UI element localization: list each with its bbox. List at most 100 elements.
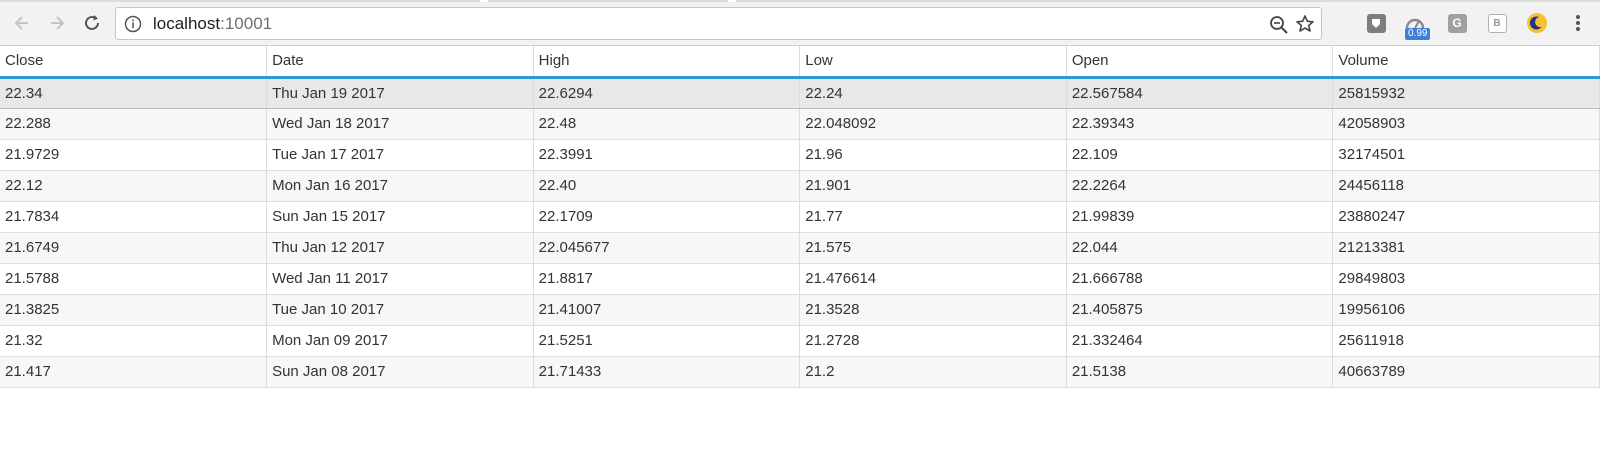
bi-extension-button[interactable]: B — [1486, 12, 1508, 34]
cell-low[interactable]: 22.24 — [799, 77, 1067, 109]
cell-high[interactable]: 22.40 — [533, 170, 801, 202]
table-row[interactable]: 21.7834 Sun Jan 15 2017 22.1709 21.77 21.998… — [0, 201, 1600, 233]
cell-volume[interactable]: 24456118 — [1332, 170, 1600, 202]
cell-open[interactable]: 22.109 — [1066, 139, 1334, 171]
cell-close[interactable]: 21.32 — [0, 325, 268, 357]
cell-date[interactable]: Sun Jan 08 2017 — [266, 356, 534, 388]
cell-volume[interactable]: 29849803 — [1332, 263, 1600, 295]
cell-open[interactable]: 22.567584 — [1066, 77, 1334, 109]
cell-open[interactable]: 21.5138 — [1066, 356, 1334, 388]
column-header-open[interactable]: Open — [1066, 46, 1334, 79]
vertical-dots-icon — [1576, 15, 1580, 31]
cell-date[interactable]: Thu Jan 19 2017 — [266, 77, 534, 109]
cell-high[interactable]: 21.5251 — [533, 325, 801, 357]
address-bar[interactable]: localhost:10001 — [115, 7, 1322, 40]
cell-open[interactable]: 21.666788 — [1066, 263, 1334, 295]
column-header-volume[interactable]: Volume — [1332, 46, 1600, 79]
cell-volume[interactable]: 19956106 — [1332, 294, 1600, 326]
cell-close[interactable]: 21.5788 — [0, 263, 268, 295]
cell-volume[interactable]: 40663789 — [1332, 356, 1600, 388]
table-row[interactable]: 21.417 Sun Jan 08 2017 21.71433 21.2 21.5138… — [0, 356, 1600, 388]
cell-high[interactable]: 21.41007 — [533, 294, 801, 326]
table-row[interactable]: 21.6749 Thu Jan 12 2017 22.045677 21.575 22.… — [0, 232, 1600, 264]
cell-open[interactable]: 21.405875 — [1066, 294, 1334, 326]
cell-date[interactable]: Wed Jan 11 2017 — [266, 263, 534, 295]
moon-extension-button[interactable] — [1526, 12, 1548, 34]
cell-close[interactable]: 21.9729 — [0, 139, 268, 171]
cell-close[interactable]: 21.417 — [0, 356, 268, 388]
cell-volume[interactable]: 25815932 — [1332, 77, 1600, 109]
cell-open[interactable]: 22.044 — [1066, 232, 1334, 264]
column-header-close[interactable]: Close — [0, 46, 268, 79]
info-icon[interactable] — [124, 15, 142, 33]
bookmark-star-icon[interactable] — [1295, 14, 1315, 34]
table-row[interactable]: 21.32 Mon Jan 09 2017 21.5251 21.2728 21.332… — [0, 325, 1600, 357]
cell-low[interactable]: 21.901 — [799, 170, 1067, 202]
cell-high[interactable]: 22.3991 — [533, 139, 801, 171]
cell-low[interactable]: 21.77 — [799, 201, 1067, 233]
cell-date[interactable]: Tue Jan 10 2017 — [266, 294, 534, 326]
url-text[interactable]: localhost:10001 — [153, 15, 272, 33]
table-body: 22.34 Thu Jan 19 2017 22.6294 22.24 22.56758… — [0, 77, 1600, 388]
column-header-date[interactable]: Date — [266, 46, 534, 79]
cell-open[interactable]: 22.39343 — [1066, 108, 1334, 140]
cell-volume[interactable]: 21213381 — [1332, 232, 1600, 264]
g-extension-button[interactable]: G — [1446, 12, 1468, 34]
cell-low[interactable]: 21.476614 — [799, 263, 1067, 295]
reload-icon — [85, 15, 99, 30]
zoom-out-icon[interactable] — [1269, 15, 1289, 35]
cell-high[interactable]: 22.1709 — [533, 201, 801, 233]
cell-date[interactable]: Wed Jan 18 2017 — [266, 108, 534, 140]
arrow-right-icon — [51, 16, 65, 30]
back-button[interactable] — [10, 11, 34, 35]
cell-volume[interactable]: 23880247 — [1332, 201, 1600, 233]
cell-low[interactable]: 21.2 — [799, 356, 1067, 388]
cell-close[interactable]: 21.7834 — [0, 201, 268, 233]
cell-low[interactable]: 21.575 — [799, 232, 1067, 264]
cell-open[interactable]: 21.332464 — [1066, 325, 1334, 357]
url-host: localhost — [153, 14, 221, 33]
cell-low[interactable]: 21.3528 — [799, 294, 1067, 326]
cell-high[interactable]: 22.48 — [533, 108, 801, 140]
cell-close[interactable]: 22.288 — [0, 108, 268, 140]
cell-close[interactable]: 22.12 — [0, 170, 268, 202]
cell-low[interactable]: 21.96 — [799, 139, 1067, 171]
table-row[interactable]: 22.34 Thu Jan 19 2017 22.6294 22.24 22.56758… — [0, 77, 1600, 109]
reload-button[interactable] — [80, 11, 104, 35]
stock-table: Close Date High Low Open Volume 22.34 Thu Jan … — [0, 46, 1600, 388]
shield-extension-button[interactable] — [1365, 12, 1387, 34]
cell-open[interactable]: 21.99839 — [1066, 201, 1334, 233]
table-row[interactable]: 21.9729 Tue Jan 17 2017 22.3991 21.96 22.109… — [0, 139, 1600, 171]
cell-volume[interactable]: 42058903 — [1332, 108, 1600, 140]
browser-toolbar: localhost:10001 0.99 G B — [0, 0, 1600, 46]
cell-volume[interactable]: 25611918 — [1332, 325, 1600, 357]
table-row[interactable]: 22.288 Wed Jan 18 2017 22.48 22.048092 22.39… — [0, 108, 1600, 140]
column-header-high[interactable]: High — [533, 46, 801, 79]
cell-date[interactable]: Mon Jan 16 2017 — [266, 170, 534, 202]
cell-close[interactable]: 21.6749 — [0, 232, 268, 264]
cell-high[interactable]: 22.045677 — [533, 232, 801, 264]
cell-date[interactable]: Sun Jan 15 2017 — [266, 201, 534, 233]
header-row: Close Date High Low Open Volume — [0, 46, 1600, 79]
table-row[interactable]: 22.12 Mon Jan 16 2017 22.40 21.901 22.2264 24… — [0, 170, 1600, 202]
cell-date[interactable]: Mon Jan 09 2017 — [266, 325, 534, 357]
data-grid: Close Date High Low Open Volume 22.34 Thu Jan … — [0, 46, 1600, 388]
shield-extension-icon — [1366, 13, 1386, 33]
forward-button[interactable] — [45, 11, 69, 35]
cell-open[interactable]: 22.2264 — [1066, 170, 1334, 202]
cell-close[interactable]: 21.3825 — [0, 294, 268, 326]
shield-icon — [1372, 19, 1380, 28]
cell-low[interactable]: 21.2728 — [799, 325, 1067, 357]
cell-high[interactable]: 22.6294 — [533, 77, 801, 109]
cell-high[interactable]: 21.8817 — [533, 263, 801, 295]
cell-high[interactable]: 21.71433 — [533, 356, 801, 388]
cell-date[interactable]: Thu Jan 12 2017 — [266, 232, 534, 264]
cell-close[interactable]: 22.34 — [0, 77, 268, 109]
column-header-low[interactable]: Low — [799, 46, 1067, 79]
cell-date[interactable]: Tue Jan 17 2017 — [266, 139, 534, 171]
browser-menu-button[interactable] — [1568, 12, 1588, 34]
table-row[interactable]: 21.5788 Wed Jan 11 2017 21.8817 21.476614 21… — [0, 263, 1600, 295]
cell-low[interactable]: 22.048092 — [799, 108, 1067, 140]
table-row[interactable]: 21.3825 Tue Jan 10 2017 21.41007 21.3528 21.… — [0, 294, 1600, 326]
cell-volume[interactable]: 32174501 — [1332, 139, 1600, 171]
